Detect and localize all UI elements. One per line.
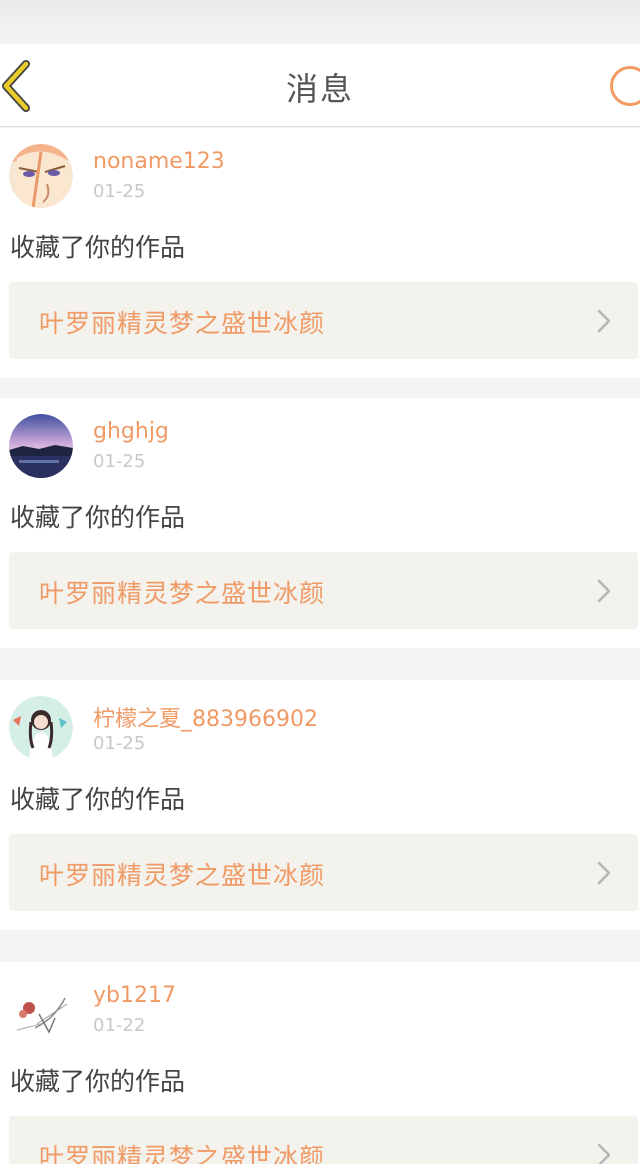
- work-title: 叶罗丽精灵梦之盛世冰颜: [39, 309, 326, 338]
- action-text: 收藏了你的作品: [10, 233, 186, 262]
- avatar[interactable]: [9, 696, 73, 760]
- username[interactable]: yb1217: [93, 983, 176, 1008]
- message-item: ghghjg 01-25 收藏了你的作品 叶罗丽精灵梦之盛世冰颜: [0, 398, 640, 648]
- action-text: 收藏了你的作品: [10, 1067, 186, 1096]
- action-text: 收藏了你的作品: [10, 503, 186, 532]
- avatar[interactable]: [9, 144, 73, 208]
- chevron-right-icon: [597, 1143, 611, 1164]
- message-date: 01-25: [93, 451, 146, 472]
- status-bar: [0, 0, 640, 44]
- work-link-button[interactable]: 叶罗丽精灵梦之盛世冰颜: [9, 552, 638, 629]
- chevron-right-icon: [597, 309, 611, 333]
- work-link-button[interactable]: 叶罗丽精灵梦之盛世冰颜: [9, 282, 638, 359]
- message-date: 01-22: [93, 1015, 146, 1036]
- work-title: 叶罗丽精灵梦之盛世冰颜: [39, 579, 326, 608]
- message-date: 01-25: [93, 733, 146, 754]
- page-title: 消息: [285, 70, 354, 108]
- message-item: 柠檬之夏_883966902 01-25 收藏了你的作品 叶罗丽精灵梦之盛世冰颜: [0, 680, 640, 930]
- work-title: 叶罗丽精灵梦之盛世冰颜: [39, 1143, 326, 1164]
- avatar[interactable]: [9, 978, 73, 1042]
- avatar[interactable]: [9, 414, 73, 478]
- chevron-right-icon: [597, 579, 611, 603]
- message-date: 01-25: [93, 181, 146, 202]
- username[interactable]: noname123: [93, 149, 225, 174]
- username[interactable]: 柠檬之夏_883966902: [93, 701, 318, 733]
- action-text: 收藏了你的作品: [10, 785, 186, 814]
- work-title: 叶罗丽精灵梦之盛世冰颜: [39, 861, 326, 890]
- message-item: noname123 01-25 收藏了你的作品 叶罗丽精灵梦之盛世冰颜: [0, 128, 640, 378]
- navigation-bar: 消息: [0, 44, 640, 127]
- work-link-button[interactable]: 叶罗丽精灵梦之盛世冰颜: [9, 834, 638, 911]
- work-link-button[interactable]: 叶罗丽精灵梦之盛世冰颜: [9, 1116, 638, 1164]
- username[interactable]: ghghjg: [93, 419, 169, 444]
- chevron-right-icon: [597, 861, 611, 885]
- message-item: yb1217 01-22 收藏了你的作品 叶罗丽精灵梦之盛世冰颜: [0, 962, 640, 1164]
